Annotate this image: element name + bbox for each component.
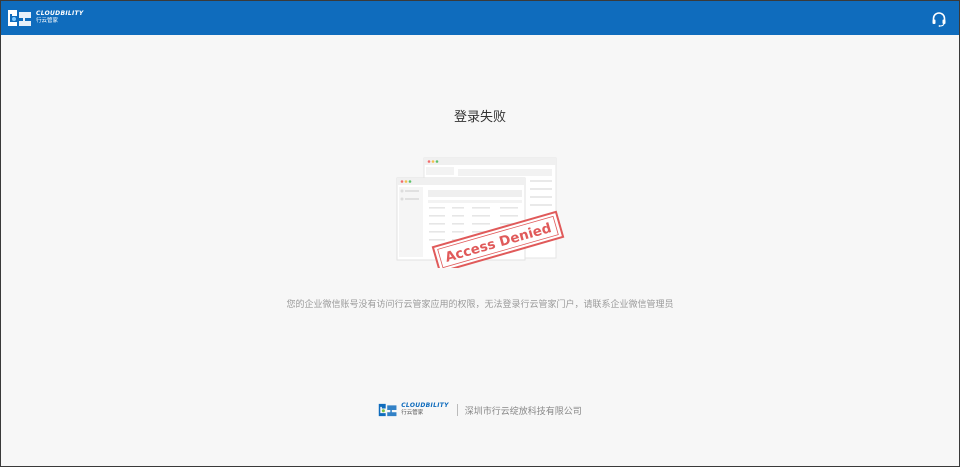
page-title: 登录失败 [453,110,506,125]
footer-logo-en: CLOUDBILITY [401,402,449,410]
cloudbility-logo-icon [7,8,33,28]
footer: CLOUDBILITY 行云管家 深圳市行云绽放科技有限公司 [0,401,960,419]
access-denied-illustration: Access Denied [396,156,566,274]
footer-logo-cn: 行云管家 [401,410,424,417]
cloudbility-logo-icon [378,402,398,418]
header-logo-cn: 行云管家 [36,18,59,25]
header-logo-text: CLOUDBILITY 行云管家 [36,11,84,25]
top-navbar: CLOUDBILITY 行云管家 [1,1,959,35]
headset-icon[interactable] [931,11,947,27]
error-message: 您的企业微信账号没有访问行云管家应用的权限，无法登录行云管家门户，请联系企业微信… [286,300,674,310]
footer-logo-text: CLOUDBILITY 行云管家 [401,403,449,417]
footer-divider [456,404,458,416]
header-logo[interactable]: CLOUDBILITY 行云管家 [7,7,84,29]
company-name: 深圳市行云绽放科技有限公司 [464,406,582,417]
header-logo-en: CLOUDBILITY [36,10,84,18]
